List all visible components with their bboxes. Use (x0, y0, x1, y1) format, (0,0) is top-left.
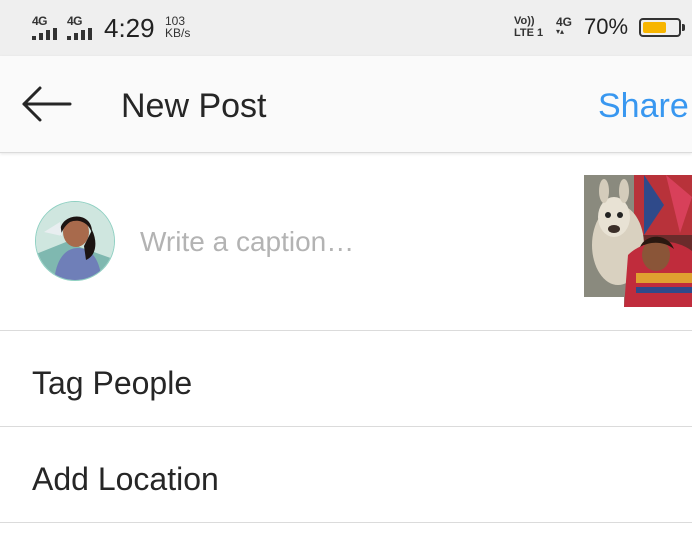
avatar-photo (36, 202, 114, 280)
caption-section (0, 153, 692, 331)
volte-indicator: Vo)) LTE 1 (514, 15, 543, 39)
network-speed-unit: KB/s (165, 26, 191, 40)
app-header: New Post Share (0, 56, 692, 153)
sim1-signal-icon: 4G (32, 14, 62, 40)
arrow-left-icon (22, 86, 72, 122)
status-bar: 4G 4G 4:29 103 KB/s Vo)) LTE 1 4G ▾▴ 70% (0, 0, 692, 56)
data-network-icon: 4G ▾▴ (556, 15, 572, 36)
sim2-signal-icon: 4G (67, 14, 97, 40)
add-location-row[interactable]: Add Location (0, 427, 692, 523)
back-button[interactable] (18, 84, 76, 124)
volte-bottom: LTE 1 (514, 27, 544, 39)
battery-icon (639, 18, 685, 37)
network-speed: 103 KB/s (165, 15, 190, 39)
add-location-label: Add Location (32, 461, 219, 497)
share-button[interactable]: Share (598, 87, 689, 126)
avatar[interactable] (35, 201, 115, 281)
volte-top: Vo)) (514, 15, 535, 27)
caption-input[interactable] (140, 215, 540, 269)
battery-percent: 70% (584, 14, 629, 39)
clock: 4:29 (104, 13, 155, 43)
post-image-thumbnail[interactable] (584, 175, 692, 307)
page-title: New Post (121, 87, 267, 125)
sim2-network-type: 4G (67, 14, 83, 28)
tag-people-row[interactable]: Tag People (0, 331, 692, 427)
data-activity-arrows-icon: ▾▴ (556, 27, 565, 36)
tag-people-label: Tag People (32, 365, 193, 401)
post-image (584, 175, 692, 307)
sim1-network-type: 4G (32, 14, 48, 28)
battery-level-fill (643, 22, 666, 33)
